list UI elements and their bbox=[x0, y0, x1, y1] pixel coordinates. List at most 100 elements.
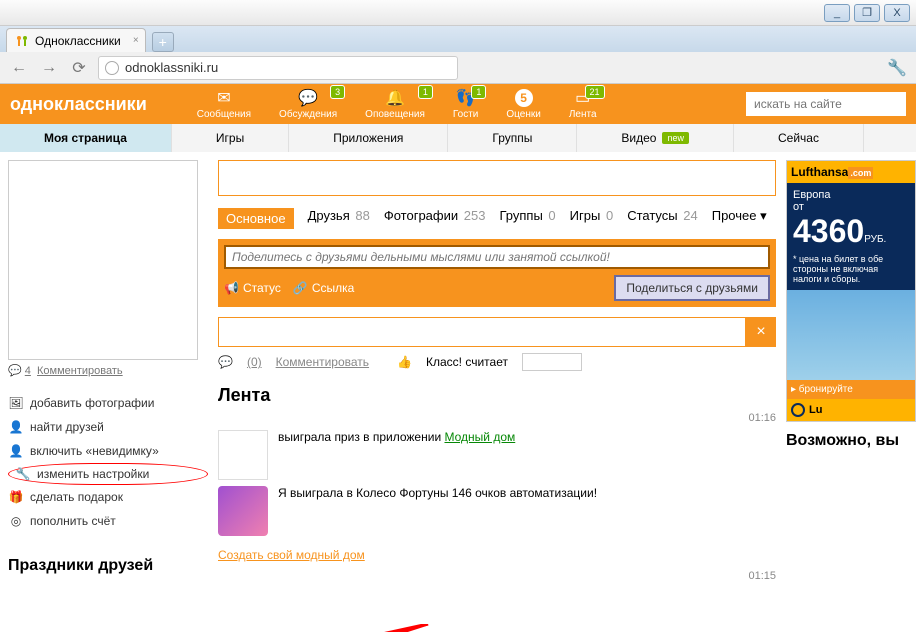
ad-text: от bbox=[793, 201, 909, 213]
ptab-main[interactable]: Основное bbox=[218, 208, 294, 229]
post-meta: 💬 (0) Комментировать 👍 Класс! считает bbox=[218, 353, 776, 371]
subnav-my-page[interactable]: Моя страница bbox=[0, 124, 172, 152]
subnav-games[interactable]: Игры bbox=[172, 124, 289, 152]
comments-link[interactable]: Комментировать bbox=[37, 365, 123, 377]
main-column: Основное Друзья 88 Фотографии 253 Группы… bbox=[208, 160, 786, 632]
close-button[interactable]: X bbox=[884, 4, 910, 22]
ptab-label: Группы bbox=[499, 208, 542, 223]
share-box: 📢Статус 🔗 Ссылка Поделиться с друзьями bbox=[218, 239, 776, 307]
subnav-now[interactable]: Сейчас bbox=[734, 124, 864, 152]
link-label: изменить настройки bbox=[37, 467, 149, 481]
badge: 3 bbox=[330, 85, 345, 99]
forward-button[interactable]: → bbox=[38, 57, 60, 79]
sidebar-invisible[interactable]: 👤включить «невидимку» bbox=[8, 439, 208, 463]
badge: 1 bbox=[418, 85, 433, 99]
nav-feed[interactable]: ▭ 21 Лента bbox=[569, 89, 597, 120]
ptab-groups[interactable]: Группы 0 bbox=[499, 208, 555, 229]
ptab-label: Друзья bbox=[308, 208, 350, 223]
ptab-count: 24 bbox=[683, 208, 697, 223]
comment-icon: 💬 bbox=[8, 365, 22, 377]
app-thumbnail[interactable] bbox=[218, 486, 268, 536]
klass-icon[interactable]: 👍 bbox=[397, 355, 412, 369]
nav-guests[interactable]: 👣 1 Гости bbox=[453, 89, 478, 120]
right-column: Lufthansa.com Европа от 4360РУБ. * цена … bbox=[786, 160, 916, 632]
profile-tabs: Основное Друзья 88 Фотографии 253 Группы… bbox=[218, 208, 776, 229]
link-label: включить «невидимку» bbox=[30, 444, 159, 458]
left-column: 💬 4 Комментировать 🖼добавить фотографии … bbox=[8, 160, 208, 632]
maximize-button[interactable]: ❐ bbox=[854, 4, 880, 22]
subnav-label: Видео bbox=[621, 131, 656, 145]
site-logo[interactable]: одноклассники bbox=[10, 94, 147, 115]
minimize-button[interactable]: _ bbox=[824, 4, 850, 22]
tab-close-icon[interactable]: × bbox=[133, 35, 139, 46]
create-link[interactable]: Создать свой модный дом bbox=[218, 548, 365, 562]
share-status-link[interactable]: 📢Статус bbox=[224, 281, 281, 295]
new-badge: new bbox=[662, 132, 689, 144]
tab-title: Одноклассники bbox=[35, 34, 121, 48]
site-search-input[interactable] bbox=[746, 92, 906, 116]
klass-count-box bbox=[522, 353, 582, 371]
comment-count[interactable]: (0) bbox=[247, 355, 262, 369]
subnav-groups[interactable]: Группы bbox=[448, 124, 577, 152]
link-label: найти друзей bbox=[30, 420, 104, 434]
klass-label: Класс! считает bbox=[426, 355, 508, 369]
advertisement[interactable]: Lufthansa.com Европа от 4360РУБ. * цена … bbox=[786, 160, 916, 422]
profile-picture[interactable] bbox=[8, 160, 198, 360]
sidebar-balance[interactable]: ◎пополнить счёт bbox=[8, 509, 208, 533]
ptab-more[interactable]: Прочее ▾ bbox=[712, 208, 767, 229]
share-button[interactable]: Поделиться с друзьями bbox=[614, 275, 770, 301]
coin-icon: ◎ bbox=[8, 513, 24, 529]
sidebar-add-photos[interactable]: 🖼добавить фотографии bbox=[8, 391, 208, 415]
ad-currency: РУБ. bbox=[864, 234, 886, 245]
back-button[interactable]: ← bbox=[8, 57, 30, 79]
post-close-button[interactable]: × bbox=[746, 317, 776, 347]
url-input[interactable]: odnoklassniki.ru bbox=[98, 56, 458, 80]
reload-button[interactable]: ⟳ bbox=[68, 57, 90, 79]
sidebar-links: 🖼добавить фотографии 👤найти друзей 👤вклю… bbox=[8, 391, 208, 533]
comments-count[interactable]: 4 bbox=[25, 365, 31, 377]
sidebar-settings[interactable]: 🔧изменить настройки bbox=[8, 463, 208, 485]
ptab-games[interactable]: Игры 0 bbox=[570, 208, 614, 229]
ad-cta[interactable]: ▸ бронируйте bbox=[787, 380, 915, 399]
subnav-video[interactable]: Видео new bbox=[577, 124, 734, 152]
site-header: одноклассники ✉ Сообщения 💬 3 Обсуждения… bbox=[0, 84, 916, 124]
new-tab-button[interactable]: + bbox=[152, 32, 174, 52]
app-link[interactable]: Модный дом bbox=[444, 430, 515, 444]
ptab-photos[interactable]: Фотографии 253 bbox=[384, 208, 486, 229]
comment-link[interactable]: Комментировать bbox=[276, 355, 369, 369]
holidays-heading: Праздники друзей bbox=[8, 557, 208, 575]
browser-tab[interactable]: Одноклассники × bbox=[6, 28, 146, 52]
ad-brand: Lufthansa.com bbox=[787, 161, 915, 183]
feed-heading: Лента bbox=[218, 385, 776, 406]
avatar[interactable] bbox=[218, 430, 268, 480]
nav-ratings[interactable]: 5 Оценки bbox=[506, 89, 540, 120]
link-icon: 🔗 bbox=[293, 281, 308, 295]
nav-messages[interactable]: ✉ Сообщения bbox=[197, 89, 251, 120]
nav-label: Сообщения bbox=[197, 109, 251, 120]
link-label: Ссылка bbox=[312, 281, 354, 295]
ptab-friends[interactable]: Друзья 88 bbox=[308, 208, 370, 229]
lufthansa-icon bbox=[791, 403, 805, 417]
share-link-link[interactable]: 🔗 Ссылка bbox=[293, 281, 354, 295]
nav-discussions[interactable]: 💬 3 Обсуждения bbox=[279, 89, 337, 120]
nav-notifications[interactable]: 🔔 1 Оповещения bbox=[365, 89, 425, 120]
window-titlebar: _ ❐ X bbox=[0, 0, 916, 26]
subnav-apps[interactable]: Приложения bbox=[289, 124, 448, 152]
ptab-statuses[interactable]: Статусы 24 bbox=[627, 208, 698, 229]
bell-icon: 🔔 bbox=[384, 89, 406, 107]
wrench-icon[interactable]: 🔧 bbox=[886, 57, 908, 79]
post-input[interactable] bbox=[218, 317, 746, 347]
nav-label: Обсуждения bbox=[279, 109, 337, 120]
share-input[interactable] bbox=[224, 245, 770, 269]
browser-toolbar: ← → ⟳ odnoklassniki.ru 🔧 bbox=[0, 52, 916, 84]
badge: 21 bbox=[585, 85, 605, 99]
sidebar-find-friends[interactable]: 👤найти друзей bbox=[8, 415, 208, 439]
nav-label: Оповещения bbox=[365, 109, 425, 120]
comment-icon: 💬 bbox=[218, 355, 233, 369]
envelope-icon: ✉ bbox=[213, 89, 235, 107]
link-label: добавить фотографии bbox=[30, 396, 154, 410]
megaphone-icon: 📢 bbox=[224, 281, 239, 295]
sidebar-gift[interactable]: 🎁сделать подарок bbox=[8, 485, 208, 509]
gift-icon: 🎁 bbox=[8, 489, 24, 505]
ptab-label: Игры bbox=[570, 208, 601, 223]
